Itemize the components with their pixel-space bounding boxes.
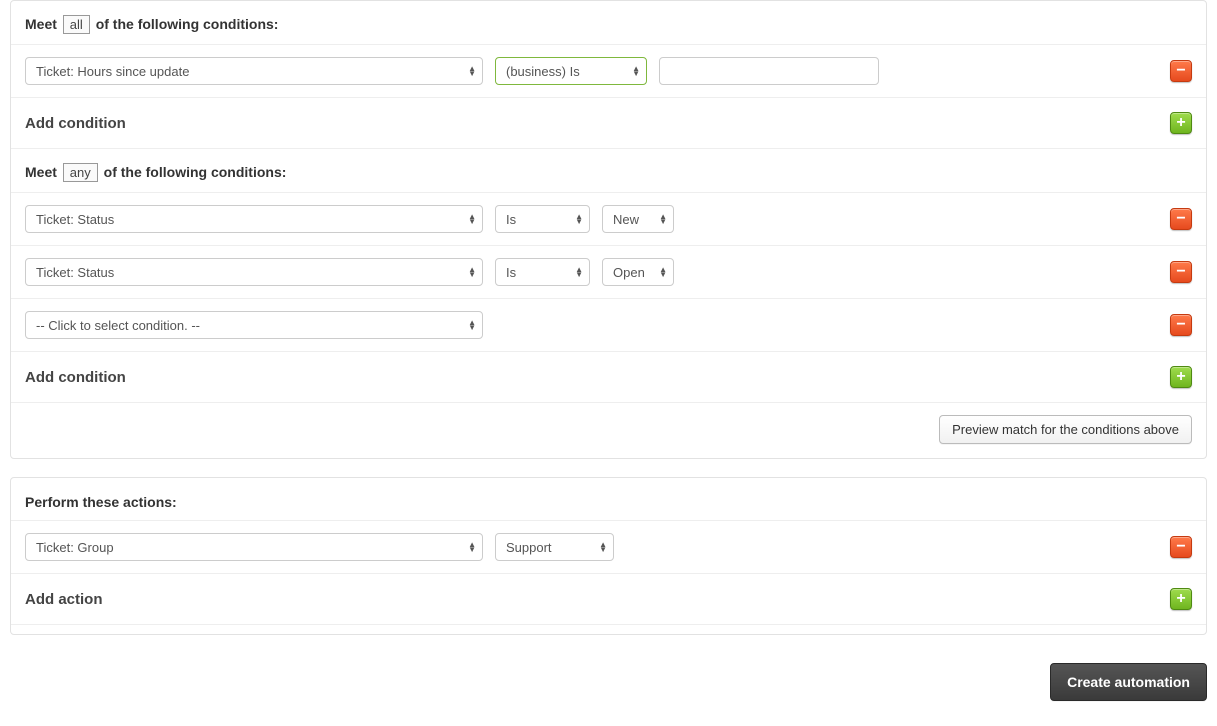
- actions-header: Perform these actions:: [11, 478, 1206, 520]
- select-value: Ticket: Group: [36, 540, 114, 555]
- select-value: Ticket: Status: [36, 212, 114, 227]
- add-condition-button[interactable]: +: [1170, 112, 1192, 134]
- actions-panel: Perform these actions: Ticket: Group ▲▼ …: [10, 477, 1207, 635]
- select-arrows-icon: ▲▼: [632, 66, 640, 76]
- select-arrows-icon: ▲▼: [659, 267, 667, 277]
- remove-condition-button[interactable]: −: [1170, 261, 1192, 283]
- remove-action-button[interactable]: −: [1170, 536, 1192, 558]
- page-footer: Create automation: [10, 653, 1207, 701]
- condition-value-select[interactable]: Open ▲▼: [602, 258, 674, 286]
- select-value: (business) Is: [506, 64, 580, 79]
- select-value: Ticket: Hours since update: [36, 64, 189, 79]
- select-arrows-icon: ▲▼: [468, 267, 476, 277]
- select-arrows-icon: ▲▼: [468, 66, 476, 76]
- condition-operator-select[interactable]: Is ▲▼: [495, 258, 590, 286]
- add-condition-row: Add condition +: [11, 97, 1206, 148]
- condition-operator-select[interactable]: (business) Is ▲▼: [495, 57, 647, 85]
- plus-icon: +: [1176, 369, 1185, 385]
- add-condition-label: Add condition: [25, 115, 126, 132]
- condition-row: -- Click to select condition. -- ▲▼ −: [11, 298, 1206, 351]
- conditions-all-header-pre: Meet: [25, 16, 57, 32]
- add-condition-button[interactable]: +: [1170, 366, 1192, 388]
- action-row: Ticket: Group ▲▼ Support ▲▼ −: [11, 520, 1206, 573]
- preview-match-label: Preview match for the conditions above: [952, 422, 1179, 437]
- plus-icon: +: [1176, 115, 1185, 131]
- select-value: Support: [506, 540, 552, 555]
- condition-field-select[interactable]: -- Click to select condition. -- ▲▼: [25, 311, 483, 339]
- condition-field-select[interactable]: Ticket: Status ▲▼: [25, 205, 483, 233]
- select-arrows-icon: ▲▼: [468, 214, 476, 224]
- select-arrows-icon: ▲▼: [468, 542, 476, 552]
- condition-value-select[interactable]: New ▲▼: [602, 205, 674, 233]
- conditions-any-header-post: of the following conditions:: [104, 164, 287, 180]
- minus-icon: −: [1176, 264, 1185, 280]
- remove-condition-button[interactable]: −: [1170, 208, 1192, 230]
- action-field-select[interactable]: Ticket: Group ▲▼: [25, 533, 483, 561]
- condition-value-input[interactable]: [659, 57, 879, 85]
- select-arrows-icon: ▲▼: [468, 320, 476, 330]
- select-arrows-icon: ▲▼: [659, 214, 667, 224]
- conditions-any-header-pre: Meet: [25, 164, 57, 180]
- condition-row: Ticket: Status ▲▼ Is ▲▼ New ▲▼: [11, 192, 1206, 245]
- select-arrows-icon: ▲▼: [575, 267, 583, 277]
- condition-field-select[interactable]: Ticket: Status ▲▼: [25, 258, 483, 286]
- select-value: -- Click to select condition. --: [36, 318, 200, 333]
- select-arrows-icon: ▲▼: [575, 214, 583, 224]
- select-value: New: [613, 212, 639, 227]
- action-value-select[interactable]: Support ▲▼: [495, 533, 614, 561]
- minus-icon: −: [1176, 63, 1185, 79]
- remove-condition-button[interactable]: −: [1170, 314, 1192, 336]
- preview-row: Preview match for the conditions above: [11, 402, 1206, 458]
- add-condition-label: Add condition: [25, 369, 126, 386]
- select-value: Is: [506, 265, 516, 280]
- add-action-row: Add action +: [11, 573, 1206, 624]
- condition-row: Ticket: Hours since update ▲▼ (business)…: [11, 44, 1206, 97]
- preview-match-button[interactable]: Preview match for the conditions above: [939, 415, 1192, 444]
- minus-icon: −: [1176, 211, 1185, 227]
- select-value: Is: [506, 212, 516, 227]
- select-arrows-icon: ▲▼: [599, 542, 607, 552]
- plus-icon: +: [1176, 591, 1185, 607]
- conditions-any-qualifier: any: [63, 163, 98, 182]
- conditions-all-qualifier: all: [63, 15, 90, 34]
- select-value: Open: [613, 265, 645, 280]
- create-automation-button[interactable]: Create automation: [1050, 663, 1207, 701]
- conditions-any-header: Meet any of the following conditions:: [11, 148, 1206, 192]
- condition-row: Ticket: Status ▲▼ Is ▲▼ Open ▲▼: [11, 245, 1206, 298]
- condition-field-select[interactable]: Ticket: Hours since update ▲▼: [25, 57, 483, 85]
- conditions-all-header: Meet all of the following conditions:: [11, 1, 1206, 44]
- minus-icon: −: [1176, 317, 1185, 333]
- conditions-panel: Meet all of the following conditions: Ti…: [10, 0, 1207, 459]
- minus-icon: −: [1176, 539, 1185, 555]
- select-value: Ticket: Status: [36, 265, 114, 280]
- remove-condition-button[interactable]: −: [1170, 60, 1192, 82]
- add-action-button[interactable]: +: [1170, 588, 1192, 610]
- create-automation-label: Create automation: [1067, 674, 1190, 690]
- conditions-all-header-post: of the following conditions:: [96, 16, 279, 32]
- add-action-label: Add action: [25, 591, 103, 608]
- condition-operator-select[interactable]: Is ▲▼: [495, 205, 590, 233]
- add-condition-row: Add condition +: [11, 351, 1206, 402]
